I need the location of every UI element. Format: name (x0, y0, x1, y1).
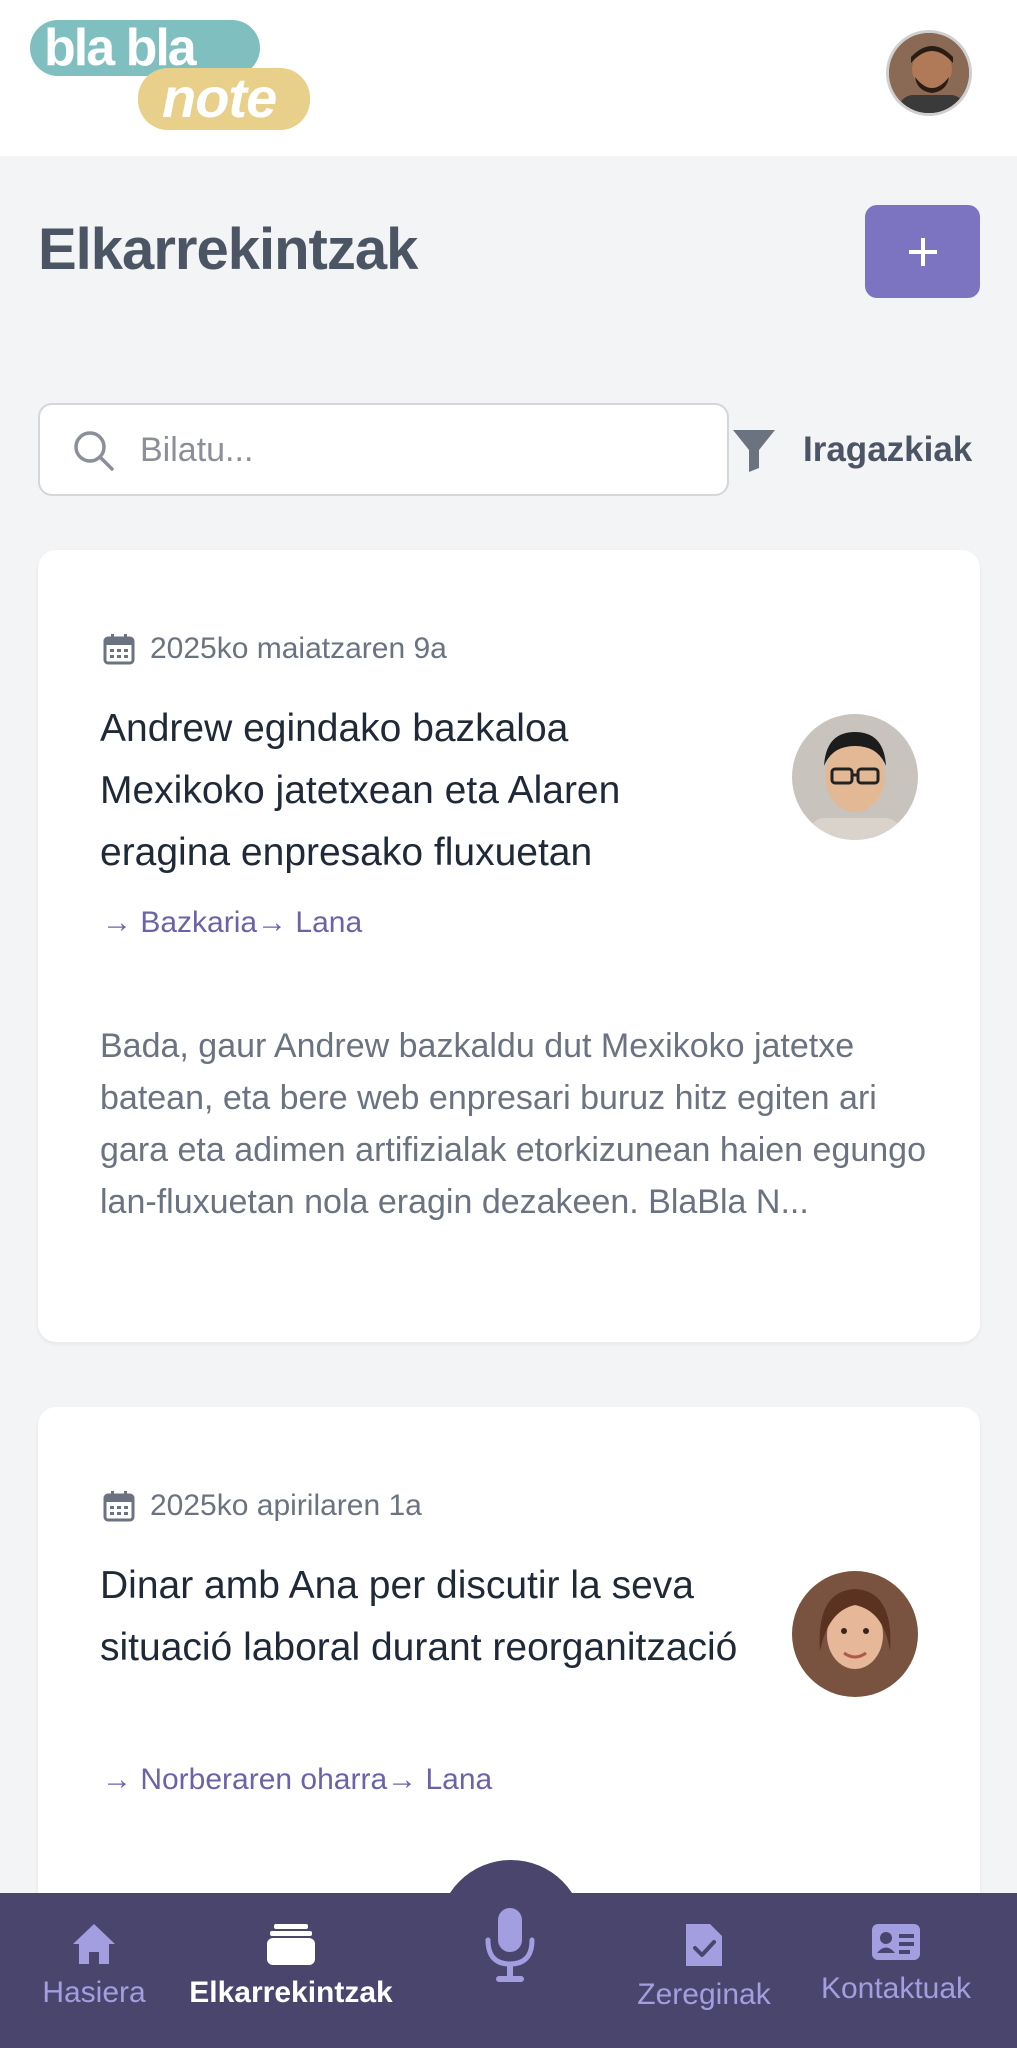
nav-conversations[interactable]: Elkarrekintzak (182, 1922, 400, 2022)
card-tags[interactable]: → Bazkaria→ Lana (102, 906, 362, 940)
avatar-image (889, 33, 969, 113)
contact-avatar[interactable] (792, 714, 918, 840)
card-tags[interactable]: → Norberaren oharra→ Lana (102, 1763, 492, 1797)
card-title: Andrew egindako bazkaloa Mexikoko jatetx… (100, 707, 621, 874)
filters-label: Iragazkiak (803, 430, 973, 469)
app-logo[interactable]: bla bla note (30, 20, 310, 135)
card-excerpt: Bada, gaur Andrew bazkaldu dut Mexikoko … (100, 1027, 926, 1221)
card-date-text: 2025ko maiatzaren 9a (150, 632, 447, 665)
search-input[interactable] (140, 421, 700, 479)
nav-conversations-label: Elkarrekintzak (189, 1976, 393, 2009)
card-title: Dinar amb Ana per discutir la seva situa… (100, 1564, 738, 1669)
nav-home-label: Hasiera (42, 1976, 146, 2009)
calendar-icon (103, 1491, 135, 1522)
logo-note: note (138, 68, 310, 130)
microphone-icon (485, 1908, 535, 1982)
search-box[interactable] (38, 403, 729, 496)
interaction-card[interactable]: 2025ko maiatzaren 9a Andrew egindako baz… (38, 550, 980, 1342)
plus-icon (908, 237, 937, 266)
filters-button[interactable]: Iragazkiak (728, 410, 990, 490)
card-date-text: 2025ko apirilaren 1a (150, 1489, 422, 1522)
nav-home[interactable]: Hasiera (36, 1922, 152, 2022)
card-date: 2025ko apirilaren 1a (102, 1489, 422, 1523)
calendar-icon (103, 634, 135, 665)
avatar-image (792, 1571, 918, 1697)
top-bar: bla bla note (0, 0, 1017, 156)
card-date: 2025ko maiatzaren 9a (102, 632, 447, 666)
nav-tasks-label: Zereginak (637, 1978, 771, 2011)
nav-tasks[interactable]: Zereginak (626, 1922, 782, 2022)
search-icon (74, 431, 114, 471)
nav-contacts[interactable]: Kontaktuak (808, 1922, 984, 2022)
contact-avatar[interactable] (792, 1571, 918, 1697)
add-interaction-button[interactable] (865, 205, 980, 298)
task-check-icon (686, 1924, 722, 1966)
nav-contacts-label: Kontaktuak (820, 1972, 972, 2005)
record-button[interactable] (470, 1905, 550, 1985)
user-avatar[interactable] (886, 30, 972, 116)
home-icon (73, 1924, 115, 1964)
inbox-icon (267, 1924, 315, 1965)
avatar-image (792, 714, 918, 840)
page-title: Elkarrekintzak (38, 217, 418, 282)
contact-card-icon (872, 1924, 920, 1960)
funnel-icon (733, 430, 775, 472)
